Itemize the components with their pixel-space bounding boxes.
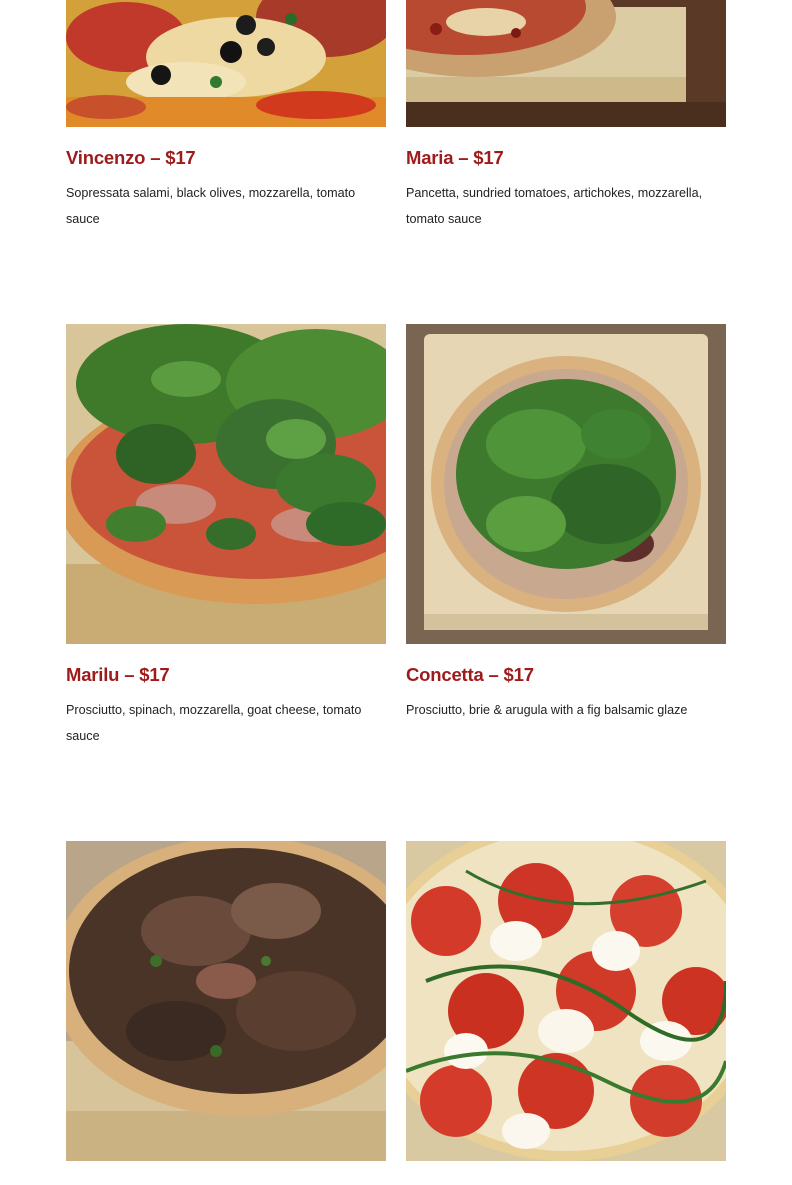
menu-item-title: Vincenzo – $17 [66,147,196,168]
maria-pizza-photo [406,0,726,127]
menu-item-description: Sopressata salami, black olives, mozzare… [66,186,356,226]
menu-item-description: Prosciutto, brie & arugula with a fig ba… [406,703,688,717]
caprese-pizza-photo [406,841,726,1161]
vincenzo-pizza-photo [66,0,386,127]
marilu-pizza-photo [66,324,386,644]
menu-item-description: Pancetta, sundried tomatoes, artichokes,… [406,186,703,226]
menu-item-description: Prosciutto, spinach, mozzarella, goat ch… [66,703,362,743]
menu-item-title: Concetta – $17 [406,664,534,685]
concetta-pizza-photo [406,324,726,644]
mushroom-pizza-photo [66,841,386,1161]
menu-item-title: Maria – $17 [406,147,504,168]
menu-item-title: Marilu – $17 [66,664,170,685]
